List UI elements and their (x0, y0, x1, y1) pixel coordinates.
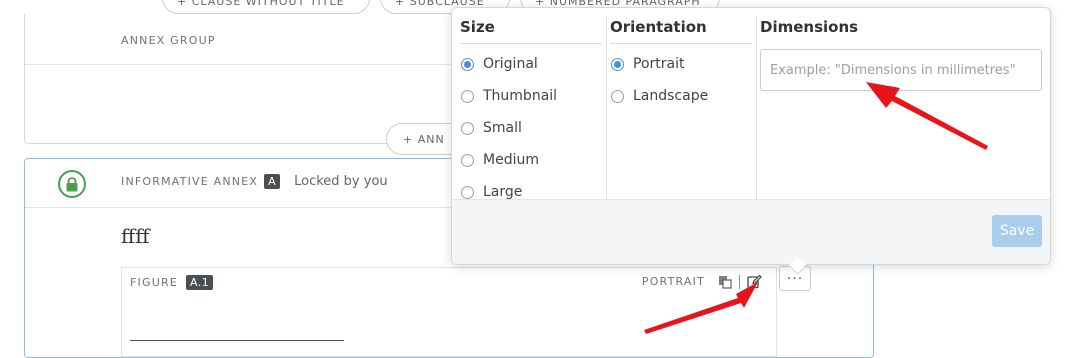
arrow-to-dimensions-icon (866, 82, 988, 150)
arrow-to-edit-icon (644, 282, 758, 334)
annotation-arrows (644, 82, 988, 334)
